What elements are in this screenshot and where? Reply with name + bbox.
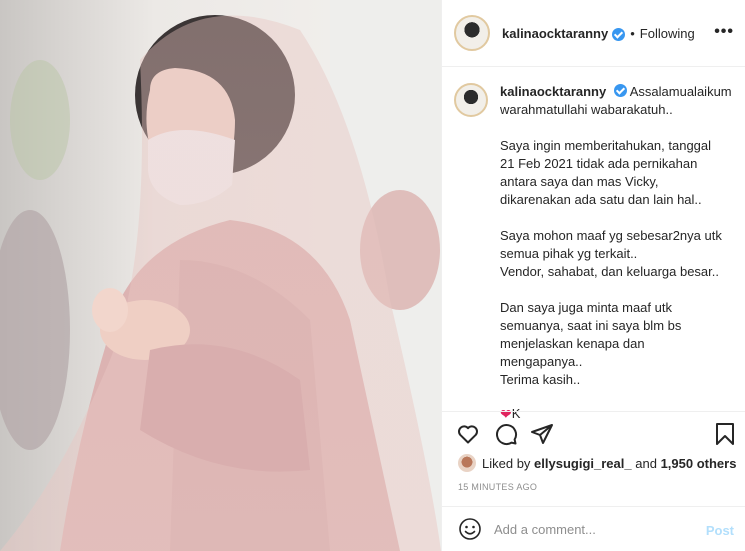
caption-line: Dan saya juga minta maaf utk <box>500 300 672 315</box>
comment-input[interactable]: Add a comment... <box>494 522 694 537</box>
caption-line: warahmatullahi wabarakatuh.. <box>500 102 673 117</box>
caption-line: menjelaskan kenapa dan <box>500 336 645 351</box>
following-button[interactable]: Following <box>640 26 695 41</box>
caption-line: antara saya dan mas Vicky, <box>500 174 659 189</box>
caption: kalinaocktaranny Assalamualaikum warahma… <box>454 83 744 423</box>
caption-line: Saya mohon maaf yg sebesar2nya utk <box>500 228 722 243</box>
post-image <box>0 0 441 551</box>
comment-icon[interactable] <box>494 422 518 446</box>
caption-avatar[interactable] <box>454 83 488 117</box>
verified-badge-icon <box>612 27 626 41</box>
avatar[interactable] <box>454 15 490 51</box>
more-options-icon[interactable]: ••• <box>714 24 734 40</box>
bookmark-icon[interactable] <box>714 422 736 446</box>
post-header: kalinaocktaranny • Following ••• <box>442 0 745 67</box>
caption-body: kalinaocktaranny Assalamualaikum warahma… <box>500 83 740 423</box>
caption-paragraph: Saya ingin memberitahukan, tanggal 21 Fe… <box>500 137 740 209</box>
liker-username[interactable]: ellysugigi_real_ <box>534 456 632 471</box>
caption-line: semuanya, saat ini saya blm bs <box>500 318 682 333</box>
caption-paragraph: Dan saya juga minta maaf utk semuanya, s… <box>500 299 740 389</box>
username-link[interactable]: kalinaocktaranny <box>502 26 608 41</box>
caption-paragraph: Saya mohon maaf yg sebesar2nya utk semua… <box>500 227 740 281</box>
caption-line: mengapanya.. <box>500 354 583 369</box>
caption-line: dikarenakan ada satu dan lain hal.. <box>500 192 702 207</box>
share-icon[interactable] <box>530 422 554 446</box>
smiley-icon[interactable] <box>458 517 482 541</box>
post-timestamp[interactable]: 15 MINUTES AGO <box>458 482 537 492</box>
likes-count[interactable]: 1,950 others <box>661 456 737 471</box>
post-comment-button[interactable]: Post <box>706 523 734 538</box>
caption-line: Vendor, sahabat, dan keluarga besar.. <box>500 264 720 279</box>
caption-username[interactable]: kalinaocktaranny <box>500 84 606 99</box>
caption-line: semua pihak yg terkait.. <box>500 246 638 261</box>
action-bar <box>442 411 745 455</box>
heart-icon[interactable] <box>456 422 480 446</box>
liker-avatar[interactable] <box>458 454 476 472</box>
caption-line: Terima kasih.. <box>500 372 581 387</box>
caption-line: Assalamualaikum <box>629 84 732 99</box>
likes-prefix: Liked by <box>482 455 531 471</box>
caption-line: Saya ingin memberitahukan, tanggal <box>500 138 712 153</box>
verified-badge-icon <box>613 84 627 97</box>
post-photo[interactable] <box>0 0 441 551</box>
caption-line: 21 Feb 2021 tidak ada pernikahan <box>500 156 698 171</box>
comment-box: Add a comment... Post <box>442 506 745 551</box>
post-sidebar: kalinaocktaranny • Following ••• kalinao… <box>441 0 745 551</box>
likes-middle: and <box>635 455 657 471</box>
likes-summary: Liked by ellysugigi_real_ and 1,950 othe… <box>458 454 736 472</box>
separator-dot: • <box>630 25 635 41</box>
